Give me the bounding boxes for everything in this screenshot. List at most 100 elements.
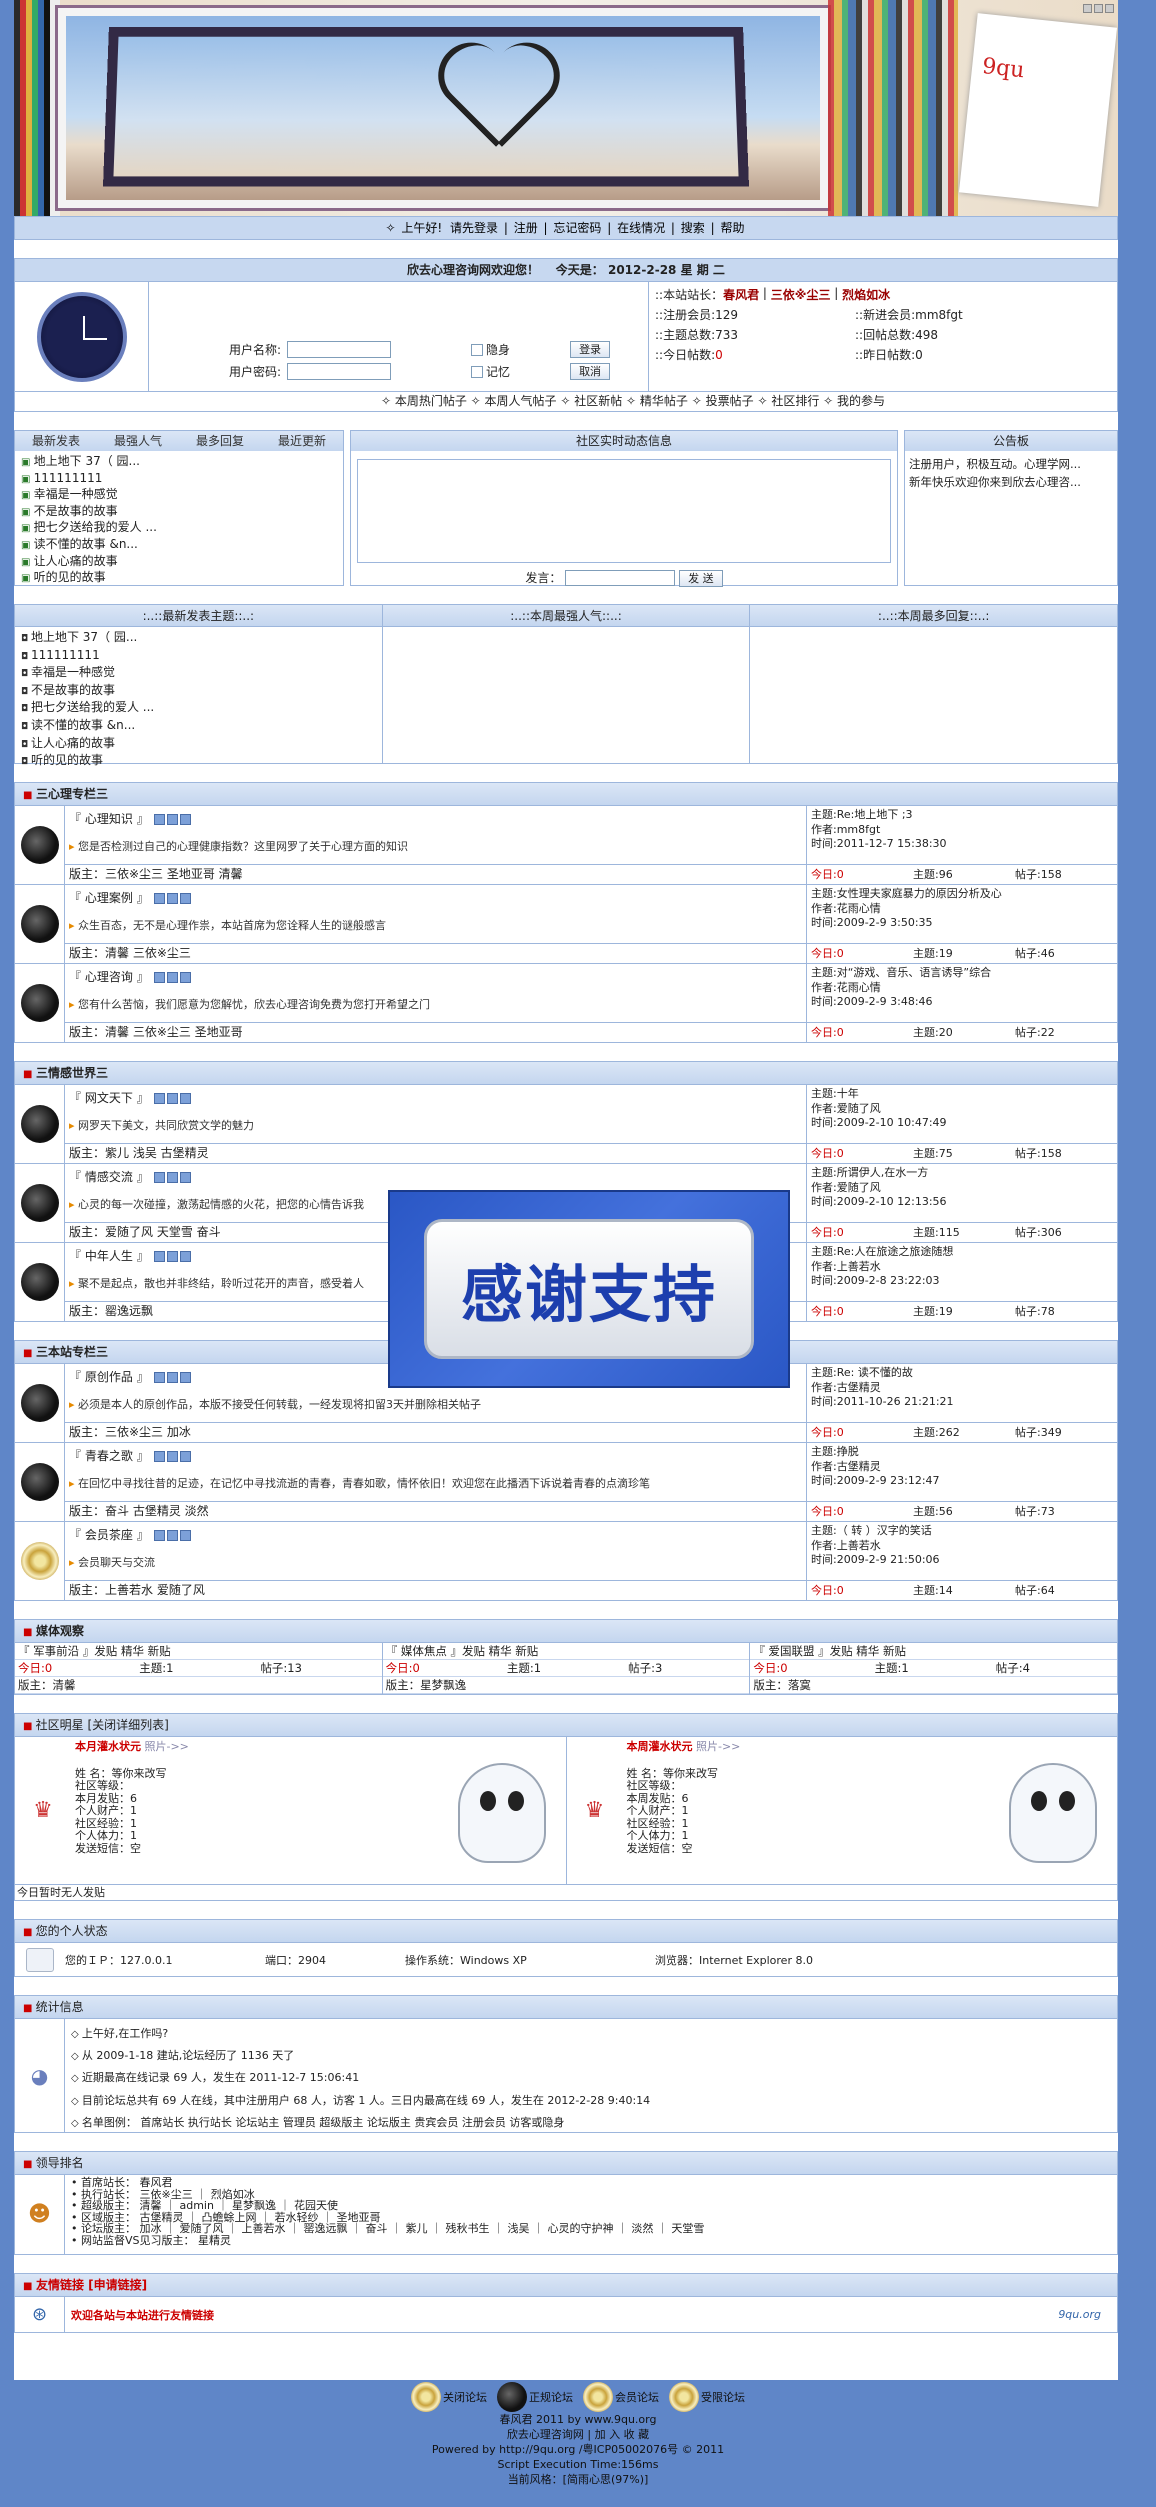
footer-line[interactable]: 当前风格：[简雨心思(97%)] (0, 2472, 1156, 2487)
nav-rank[interactable]: 社区排行 (771, 394, 819, 408)
last-author[interactable]: 作者:上善若水 (811, 1539, 1113, 1554)
nav-new[interactable]: 社区新帖 (574, 394, 622, 408)
footer-line[interactable]: 春风君 2011 by www.9qu.org (0, 2412, 1156, 2427)
category-title[interactable]: 三心理专栏三 (14, 782, 1118, 806)
last-author[interactable]: 作者:mm8fgt (811, 823, 1113, 838)
forum-name[interactable]: 『 情感交流 』 (69, 1170, 149, 1184)
essence-icon[interactable] (167, 1172, 179, 1183)
site-logo[interactable]: 9qu.org (1058, 2308, 1101, 2321)
list-item[interactable]: 读不懂的故事 &n... (21, 537, 337, 554)
forum-name[interactable]: 『 原创作品 』 (69, 1370, 149, 1384)
admin-2[interactable]: 三依※尘三 (771, 286, 831, 306)
bookmark-icon[interactable] (1094, 4, 1103, 13)
thanks-overlay[interactable]: 感谢支持 (388, 1190, 790, 1388)
search-icon[interactable] (180, 972, 192, 983)
photo-link[interactable]: 照片->> (145, 1740, 189, 1753)
mail-icon[interactable] (1105, 4, 1114, 13)
menu-login[interactable]: 请先登录 (450, 221, 498, 235)
nav-mine[interactable]: 我的参与 (837, 394, 885, 408)
forum-moderators[interactable]: 版主：奋斗 古堡精灵 淡然 (65, 1501, 807, 1521)
send-button[interactable]: 发 送 (679, 570, 723, 587)
notice-line[interactable]: 新年快乐欢迎你来到欣去心理咨... (909, 473, 1113, 491)
new-post-icon[interactable] (154, 972, 166, 983)
last-topic[interactable]: 主题:挣脱 (811, 1445, 1113, 1460)
media-title[interactable]: 媒体观察 (14, 1619, 1118, 1643)
menu-help[interactable]: 帮助 (720, 221, 744, 235)
footer-line[interactable]: 欣去心理咨询网 | 加 入 收 藏 (0, 2427, 1156, 2442)
photo-link[interactable]: 照片->> (696, 1740, 740, 1753)
essence-icon[interactable] (167, 814, 179, 825)
nav-essence[interactable]: 精华帖子 (640, 394, 688, 408)
nav-vote[interactable]: 投票帖子 (706, 394, 754, 408)
search-icon[interactable] (180, 1093, 192, 1104)
login-button[interactable]: 登录 (570, 340, 611, 358)
last-author[interactable]: 作者:古堡精灵 (811, 1460, 1113, 1475)
forum-name[interactable]: 『 中年人生 』 (69, 1249, 149, 1263)
new-post-icon[interactable] (154, 1530, 166, 1541)
list-item[interactable]: 让人心痛的故事 (21, 736, 376, 754)
stars-title[interactable]: 社区明星 [关闭详细列表] (14, 1713, 1118, 1737)
forum-name[interactable]: 『 网文天下 』 (69, 1091, 149, 1105)
leader-line[interactable]: 网站监督VS见习版主： 星精灵 (71, 2235, 704, 2247)
list-item[interactable]: 不是故事的故事 (21, 683, 376, 701)
new-post-icon[interactable] (154, 893, 166, 904)
last-topic[interactable]: 主题:所谓伊人,在水一方 (811, 1166, 1113, 1181)
home-icon[interactable] (1083, 4, 1092, 13)
list-item[interactable]: 地上地下 37（ 园... (21, 454, 337, 471)
last-author[interactable]: 作者:古堡精灵 (811, 1381, 1113, 1396)
new-post-icon[interactable] (154, 1172, 166, 1183)
forum-name[interactable]: 『 青春之歌 』 (69, 1449, 149, 1463)
remember-checkbox[interactable] (471, 366, 484, 378)
last-topic[interactable]: 主题:（ 转 ）汉字的笑话 (811, 1524, 1113, 1539)
new-post-icon[interactable] (154, 1093, 166, 1104)
forum-name[interactable]: 『 心理案例 』 (69, 891, 149, 905)
category-title[interactable]: 三情感世界三 (14, 1061, 1118, 1085)
list-item[interactable]: 幸福是一种感觉 (21, 665, 376, 683)
last-author[interactable]: 作者:花雨心情 (811, 981, 1113, 996)
remember-option[interactable]: 记忆 (471, 363, 510, 380)
last-author[interactable]: 作者:爱随了风 (811, 1102, 1113, 1117)
last-author[interactable]: 作者:花雨心情 (811, 902, 1113, 917)
list-item[interactable]: 111111111 (21, 471, 337, 488)
list-item[interactable]: 地上地下 37（ 园... (21, 630, 376, 648)
chat-input[interactable] (565, 569, 676, 586)
new-post-icon[interactable] (154, 1251, 166, 1262)
search-icon[interactable] (180, 1251, 192, 1262)
media-forum-name[interactable]: 『 军事前沿 』发贴 精华 新贴 (15, 1643, 382, 1660)
forum-name[interactable]: 『 心理知识 』 (69, 812, 149, 826)
hidden-checkbox[interactable] (471, 344, 484, 356)
essence-icon[interactable] (167, 1451, 179, 1462)
forum-moderators[interactable]: 版主：上善若水 爱随了风 (65, 1580, 807, 1600)
list-item[interactable]: 把七夕送给我的爱人 ... (21, 520, 337, 537)
last-author[interactable]: 作者:上善若水 (811, 1260, 1113, 1275)
username-input[interactable] (287, 340, 392, 358)
list-item[interactable]: 听的见的故事 (21, 570, 337, 587)
menu-online[interactable]: 在线情况 (617, 221, 665, 235)
tab-latest[interactable]: 最新发表 (15, 431, 97, 451)
new-post-icon[interactable] (154, 814, 166, 825)
stat-line[interactable]: 目前论坛总共有 69 人在线，其中注册用户 68 人，访客 1 人。三日内最高在… (71, 2090, 650, 2112)
newest-member[interactable]: ::新进会员:mm8fgt (855, 306, 963, 326)
forum-name[interactable]: 『 心理咨询 』 (69, 970, 149, 984)
footer-line[interactable]: Powered by http://9qu.org /粤ICP05002076号… (0, 2442, 1156, 2457)
essence-icon[interactable] (167, 1372, 179, 1383)
tab-recent[interactable]: 最近更新 (261, 431, 343, 451)
list-item[interactable]: 111111111 (21, 648, 376, 666)
hidden-option[interactable]: 隐身 (471, 341, 510, 358)
menu-forgot-password[interactable]: 忘记密码 (553, 221, 601, 235)
notice-line[interactable]: 注册用户，积极互动。心理学网... (909, 455, 1113, 473)
last-topic[interactable]: 主题:女性理夫家庭暴力的原因分析及心 (811, 887, 1113, 902)
search-icon[interactable] (180, 1372, 192, 1383)
list-item[interactable]: 让人心痛的故事 (21, 554, 337, 571)
nav-popular[interactable]: 本周人气帖子 (485, 394, 557, 408)
tab-most-replies[interactable]: 最多回复 (179, 431, 261, 451)
cancel-button[interactable]: 取消 (570, 362, 611, 380)
window-icons[interactable] (1081, 2, 1114, 16)
essence-icon[interactable] (167, 1093, 179, 1104)
admin-3[interactable]: 烈焰如冰 (842, 286, 890, 306)
password-input[interactable] (287, 362, 392, 380)
last-topic[interactable]: 主题:Re:人在旅途之旅途随想 (811, 1245, 1113, 1260)
search-icon[interactable] (180, 814, 192, 825)
menu-register[interactable]: 注册 (514, 221, 538, 235)
last-author[interactable]: 作者:爱随了风 (811, 1181, 1113, 1196)
